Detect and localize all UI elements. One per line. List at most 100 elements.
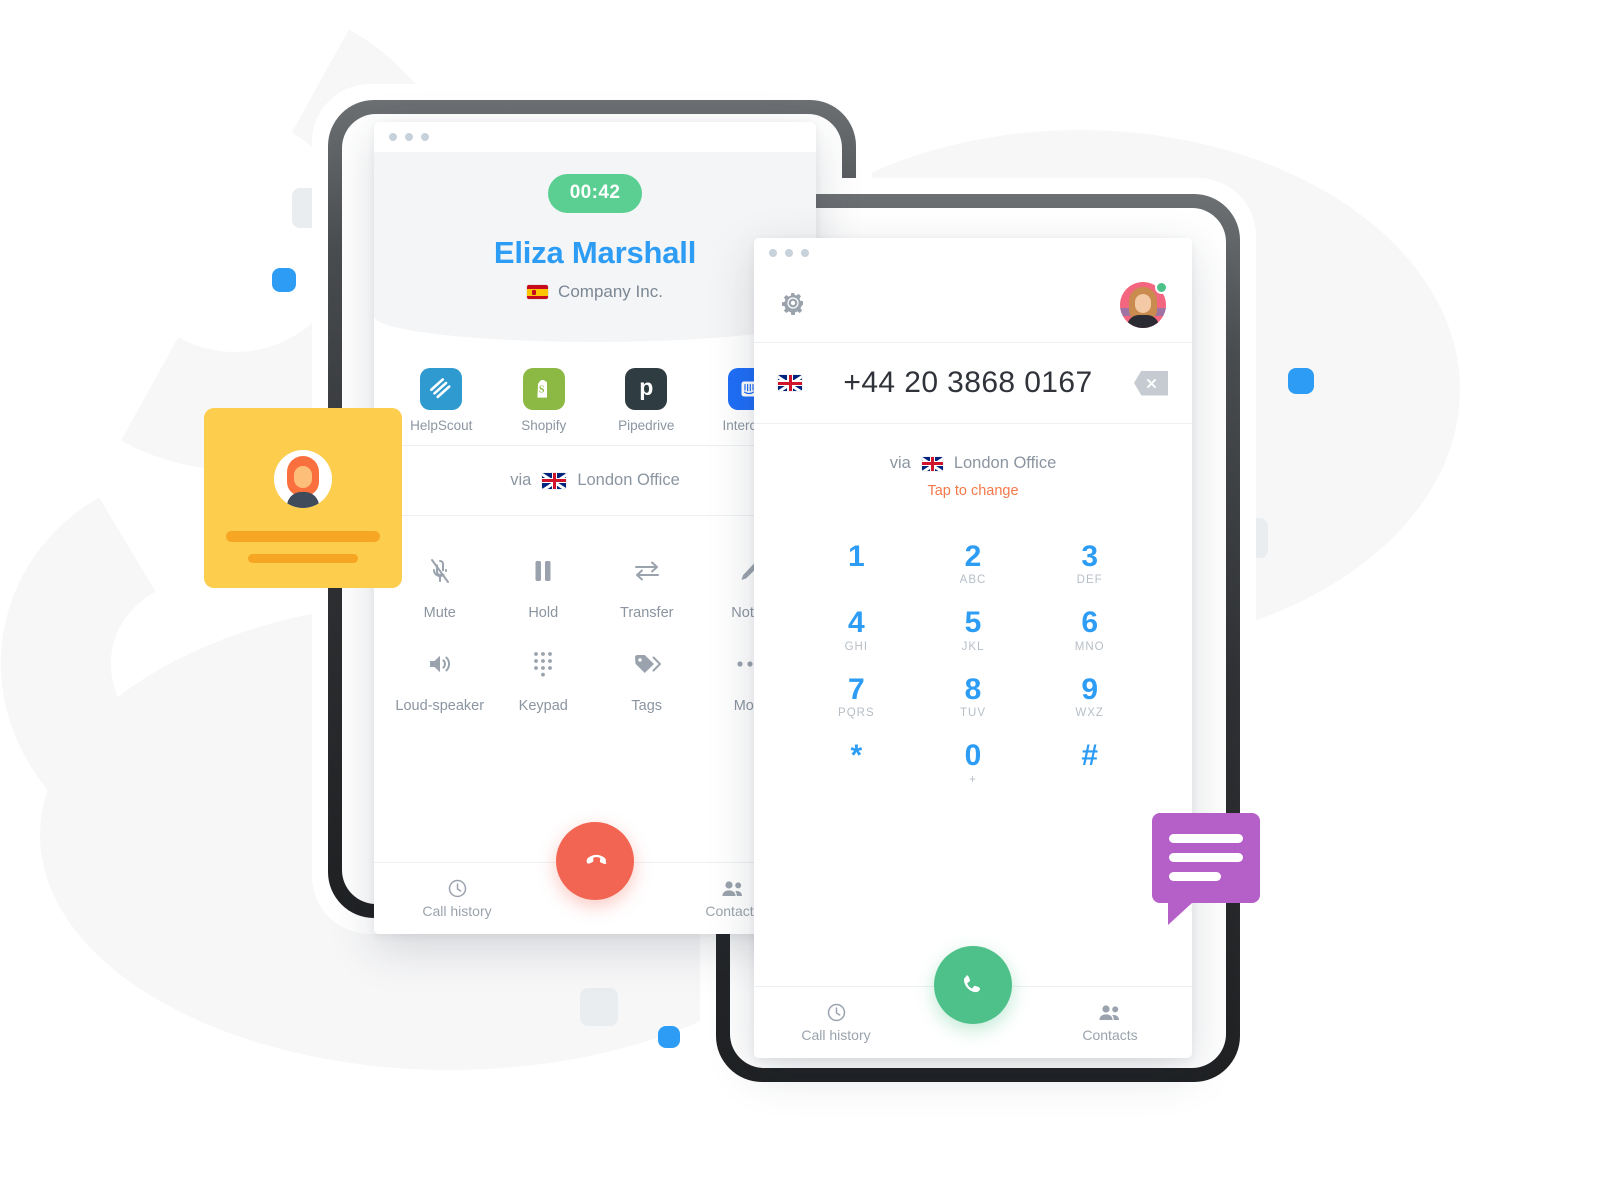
integration-shopify[interactable]: S Shopify xyxy=(493,368,596,433)
key-letters: ABC xyxy=(959,574,987,587)
gear-icon xyxy=(782,292,803,315)
control-label: Transfer xyxy=(620,605,674,621)
keypad-key-2[interactable]: 2 ABC xyxy=(915,539,1032,589)
key-letters: + xyxy=(969,773,977,786)
contact-card-line-1 xyxy=(226,531,380,542)
window-dot-minimize[interactable] xyxy=(405,133,413,141)
nav-label: Contacts xyxy=(1082,1027,1138,1043)
call-button[interactable] xyxy=(934,946,1012,1024)
control-keypad[interactable]: Keypad xyxy=(492,647,596,716)
key-digit: # xyxy=(1081,739,1098,773)
helpscout-icon xyxy=(420,368,463,410)
caller-company-label: Company Inc. xyxy=(558,282,663,301)
backspace-icon[interactable] xyxy=(1134,370,1168,396)
window-dot-close[interactable] xyxy=(389,133,397,141)
key-letters: DEF xyxy=(1076,574,1103,587)
speaker-icon xyxy=(388,647,492,681)
key-letters xyxy=(798,774,915,789)
online-status-indicator xyxy=(1155,281,1168,294)
nav-label: Call history xyxy=(801,1027,871,1043)
keypad-icon xyxy=(492,647,596,681)
key-digit: 7 xyxy=(847,672,865,706)
nav-call-history[interactable]: Call history xyxy=(754,1002,918,1043)
nav-label: Call history xyxy=(422,903,492,919)
via-office-label: London Office xyxy=(577,471,680,489)
keypad-key-hash[interactable]: # xyxy=(1031,738,1148,788)
nav-call-history[interactable]: Call history xyxy=(374,878,540,919)
keypad-key-6[interactable]: 6 MNO xyxy=(1031,605,1148,655)
key-letters: JKL xyxy=(961,640,985,653)
shopify-icon: S xyxy=(522,368,565,410)
integrations-row: HelpScout S Shopify p Pipedrive Intercom xyxy=(374,342,816,445)
keypad-key-3[interactable]: 3 DEF xyxy=(1031,539,1148,589)
user-avatar-button[interactable] xyxy=(1120,281,1168,328)
dialer-via-row[interactable]: via London Office xyxy=(754,454,1192,473)
settings-button[interactable] xyxy=(780,290,806,321)
contact-card-avatar-icon xyxy=(274,450,332,508)
nav-contacts[interactable]: Contacts xyxy=(1028,1002,1192,1043)
key-letters: WXZ xyxy=(1075,707,1104,720)
keypad-key-1[interactable]: 1 xyxy=(798,539,915,589)
via-prefix-label: via xyxy=(510,471,532,489)
phone-icon xyxy=(963,975,980,993)
key-letters: MNO xyxy=(1074,640,1105,653)
dialer-window: +44 20 3868 0167 via London Office Tap t… xyxy=(754,238,1192,1058)
window-dot-maximize[interactable] xyxy=(801,249,809,257)
phone-number-input[interactable]: +44 20 3868 0167 xyxy=(802,366,1134,400)
integration-label: Pipedrive xyxy=(618,418,675,433)
tap-to-change-link[interactable]: Tap to change xyxy=(754,483,1192,499)
hangup-icon xyxy=(586,854,607,864)
uk-flag-icon xyxy=(921,456,943,471)
integration-label: Shopify xyxy=(521,418,567,433)
keypad-key-0[interactable]: 0 + xyxy=(915,738,1032,788)
key-digit: 9 xyxy=(1081,672,1098,706)
control-tags[interactable]: Tags xyxy=(595,647,699,716)
key-digit: * xyxy=(850,739,863,773)
key-letters: TUV xyxy=(959,707,986,720)
key-digit: 5 xyxy=(964,606,982,640)
key-digit: 6 xyxy=(1081,606,1098,640)
integration-label: HelpScout xyxy=(410,418,473,433)
clock-icon xyxy=(754,1002,918,1022)
window-dot-close[interactable] xyxy=(769,249,777,257)
keypad-key-5[interactable]: 5 JKL xyxy=(915,605,1032,655)
chat-bubble-illustration xyxy=(1152,813,1260,925)
keypad-key-8[interactable]: 8 TUV xyxy=(915,672,1032,722)
dialer-window-titlebar xyxy=(754,238,1192,268)
control-transfer[interactable]: Transfer xyxy=(595,554,699,623)
key-letters xyxy=(798,574,915,589)
control-hold[interactable]: Hold xyxy=(492,554,596,623)
keypad-key-4[interactable]: 4 GHI xyxy=(798,605,915,655)
keypad-key-star[interactable]: * xyxy=(798,738,915,788)
contact-card-line-2 xyxy=(248,554,358,563)
window-dot-minimize[interactable] xyxy=(785,249,793,257)
control-mute[interactable]: Mute xyxy=(388,554,492,623)
control-loudspeaker[interactable]: Loud-speaker xyxy=(388,647,492,716)
caller-company: Company Inc. xyxy=(374,282,816,302)
scene: 00:42 Eliza Marshall Company Inc. HelpSc… xyxy=(0,0,1600,1200)
pause-icon xyxy=(492,554,596,588)
via-office-label: London Office xyxy=(953,454,1057,472)
control-label: Tags xyxy=(631,697,663,714)
mic-off-icon xyxy=(388,554,492,588)
dial-keypad: 1 2 ABC 3 DEF 4 GHI 5 JKL 6 MNO 7 PQRS 8… xyxy=(754,499,1192,789)
key-digit: 2 xyxy=(964,540,982,573)
chat-bubble-line-1 xyxy=(1169,834,1243,843)
contacts-icon xyxy=(1028,1002,1192,1022)
integration-pipedrive[interactable]: p Pipedrive xyxy=(595,368,698,433)
tag-icon xyxy=(595,647,699,681)
keypad-key-7[interactable]: 7 PQRS xyxy=(798,672,915,722)
transfer-icon xyxy=(595,554,699,588)
keypad-key-9[interactable]: 9 WXZ xyxy=(1031,672,1148,722)
integration-helpscout[interactable]: HelpScout xyxy=(390,368,493,433)
dialer-header xyxy=(754,268,1192,342)
key-digit: 0 xyxy=(964,739,982,773)
key-letters xyxy=(1031,774,1148,789)
svg-text:S: S xyxy=(539,385,545,396)
call-via-row[interactable]: via London Office xyxy=(374,446,816,515)
chat-bubble-line-2 xyxy=(1169,853,1243,862)
end-call-button[interactable] xyxy=(556,822,634,900)
uk-flag-icon[interactable] xyxy=(778,375,802,391)
dialer-via-block: via London Office Tap to change xyxy=(754,424,1192,499)
window-dot-maximize[interactable] xyxy=(421,133,429,141)
